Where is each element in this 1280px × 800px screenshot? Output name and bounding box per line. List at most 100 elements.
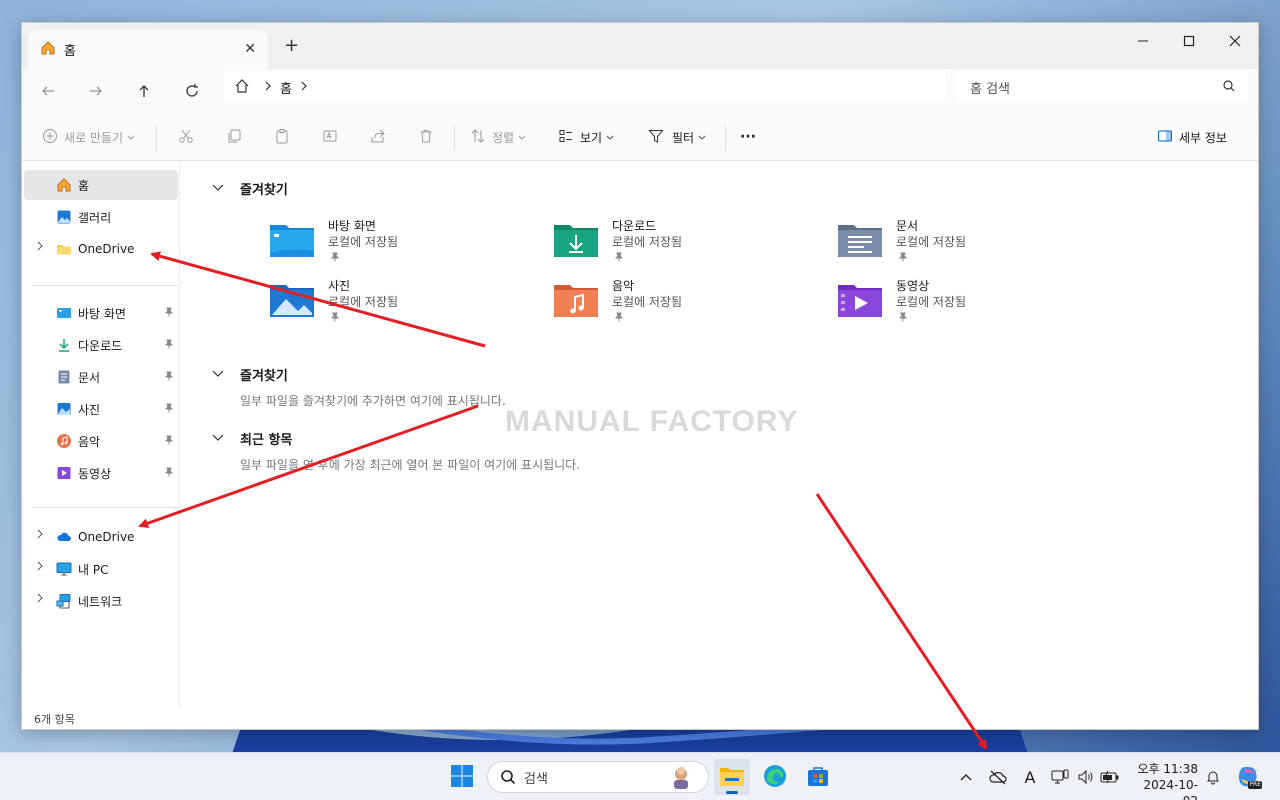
tile-documents[interactable]: 문서 로컬에 저장됨 xyxy=(838,217,1098,273)
taskbar-file-explorer[interactable] xyxy=(714,759,750,795)
pin-icon[interactable] xyxy=(164,370,174,384)
tile-status: 로컬에 저장됨 xyxy=(328,235,399,249)
sidebar-item-this-pc[interactable]: 내 PC xyxy=(24,554,178,584)
notification-bell-icon[interactable] xyxy=(1203,767,1223,787)
sidebar-item-pictures[interactable]: 사진 xyxy=(24,394,178,424)
download-icon xyxy=(56,337,72,353)
rename-button[interactable] xyxy=(322,125,338,149)
chevron-down-icon xyxy=(518,130,526,144)
chevron-right-icon[interactable] xyxy=(300,80,308,94)
address-box[interactable]: 홈 xyxy=(224,71,946,103)
new-button[interactable]: 새로 만들기 xyxy=(42,125,135,149)
desktop-folder-icon xyxy=(270,225,314,257)
tile-pictures[interactable]: 사진 로컬에 저장됨 xyxy=(270,277,530,333)
sidebar-item-desktop[interactable]: 바탕 화면 xyxy=(24,298,178,328)
downloads-folder-icon xyxy=(554,225,598,257)
sidebar-item-gallery[interactable]: 갤러리 xyxy=(24,202,178,232)
sidebar-item-label: 사진 xyxy=(78,402,101,417)
chevron-down-icon xyxy=(606,130,614,144)
back-button[interactable] xyxy=(30,77,66,105)
new-tab-button[interactable]: + xyxy=(284,35,299,56)
section-recent[interactable]: 최근 항목 xyxy=(212,428,292,448)
cut-button[interactable] xyxy=(178,125,194,149)
tile-desktop[interactable]: 바탕 화면 로컬에 저장됨 xyxy=(270,217,530,273)
address-bar: 홈 홈 검색 xyxy=(22,69,1258,113)
battery-icon[interactable] xyxy=(1100,767,1120,787)
chevron-down-icon xyxy=(127,130,135,144)
section-title: 최근 항목 xyxy=(240,432,293,448)
pin-icon[interactable] xyxy=(164,338,174,352)
tile-downloads[interactable]: 다운로드 로컬에 저장됨 xyxy=(554,217,814,273)
more-options-button[interactable]: ··· xyxy=(740,125,756,149)
filter-button[interactable]: 필터 xyxy=(648,125,706,149)
forward-button[interactable] xyxy=(78,77,114,105)
tile-name: 사진 xyxy=(328,279,351,293)
search-highlight-icon xyxy=(668,765,694,793)
refresh-button[interactable] xyxy=(174,77,210,105)
taskbar-search[interactable]: 검색 xyxy=(487,761,709,793)
show-hidden-icons-button[interactable] xyxy=(956,767,976,787)
tile-videos[interactable]: 동영상 로컬에 저장됨 xyxy=(838,277,1098,333)
section-favorites[interactable]: 즐겨찾기 xyxy=(212,364,288,384)
tile-music[interactable]: 음악 로컬에 저장됨 xyxy=(554,277,814,333)
file-explorer-window: 홈 ✕ + 홈 홈 검색 새로 만들기 정렬 보기 필터 ··· 세부 정보 홈… xyxy=(21,22,1259,730)
copilot-icon[interactable]: PRE xyxy=(1236,765,1262,789)
scissors-icon xyxy=(178,128,194,147)
search-input[interactable]: 홈 검색 xyxy=(956,71,1248,103)
new-button-label: 새로 만들기 xyxy=(64,130,124,145)
close-window-button[interactable] xyxy=(1212,27,1258,55)
delete-button[interactable] xyxy=(418,125,434,149)
up-button[interactable] xyxy=(126,77,162,105)
volume-icon[interactable] xyxy=(1076,767,1096,787)
minimize-button[interactable] xyxy=(1120,27,1166,55)
sidebar-item-music[interactable]: 음악 xyxy=(24,426,178,456)
chevron-right-icon xyxy=(264,80,272,94)
chevron-down-icon xyxy=(212,431,226,446)
sort-button[interactable]: 정렬 xyxy=(470,125,526,149)
clock-date: 2024-10-02 xyxy=(1143,778,1198,800)
sidebar-item-label: 문서 xyxy=(78,370,101,385)
section-quick-access[interactable]: 즐겨찾기 xyxy=(212,178,288,198)
paste-button[interactable] xyxy=(274,125,290,149)
pin-icon[interactable] xyxy=(164,402,174,416)
favorites-empty-message: 일부 파일을 즐겨찾기에 추가하면 여기에 표시됩니다. xyxy=(240,394,506,408)
maximize-button[interactable] xyxy=(1166,27,1212,55)
folder-icon xyxy=(56,241,72,257)
sidebar-item-network[interactable]: 네트워크 xyxy=(24,586,178,616)
share-button[interactable] xyxy=(370,125,386,149)
tab-home[interactable]: 홈 ✕ xyxy=(28,30,268,69)
chevron-right-icon[interactable] xyxy=(36,561,44,574)
chevron-right-icon[interactable] xyxy=(36,529,44,542)
chevron-right-icon[interactable] xyxy=(36,593,44,606)
pin-icon[interactable] xyxy=(164,434,174,448)
copy-button[interactable] xyxy=(226,125,242,149)
sidebar-item-documents[interactable]: 문서 xyxy=(24,362,178,392)
input-method-indicator[interactable]: A xyxy=(1020,767,1040,787)
network-status-icon[interactable] xyxy=(1050,767,1070,787)
sidebar-item-onedrive[interactable]: OneDrive xyxy=(24,522,178,552)
sidebar-item-downloads[interactable]: 다운로드 xyxy=(24,330,178,360)
pictures-icon xyxy=(56,401,72,417)
system-clock[interactable]: 오후 11:38 2024-10-02 xyxy=(1130,761,1198,800)
copy-icon xyxy=(226,128,242,147)
gallery-icon xyxy=(56,209,72,225)
taskbar-store[interactable] xyxy=(800,759,836,795)
taskbar-search-label: 검색 xyxy=(524,771,548,787)
pin-icon[interactable] xyxy=(164,466,174,480)
pin-icon[interactable] xyxy=(164,306,174,320)
sidebar-item-videos[interactable]: 동영상 xyxy=(24,458,178,488)
sidebar-item-home[interactable]: 홈 xyxy=(24,170,178,200)
pin-icon xyxy=(614,311,624,325)
desktop-folder-icon xyxy=(56,305,72,321)
sidebar-item-onedrive-personal[interactable]: OneDrive xyxy=(24,234,178,264)
onedrive-offline-icon[interactable] xyxy=(988,767,1008,787)
close-tab-icon[interactable]: ✕ xyxy=(244,41,256,57)
details-pane-button[interactable]: 세부 정보 xyxy=(1157,125,1227,149)
chevron-right-icon[interactable] xyxy=(36,241,44,254)
view-button[interactable]: 보기 xyxy=(558,125,614,149)
details-pane-icon xyxy=(1157,128,1173,147)
search-icon xyxy=(1222,79,1236,97)
start-button[interactable] xyxy=(444,759,480,795)
breadcrumb-home[interactable]: 홈 xyxy=(280,78,292,97)
taskbar-edge[interactable] xyxy=(757,759,793,795)
